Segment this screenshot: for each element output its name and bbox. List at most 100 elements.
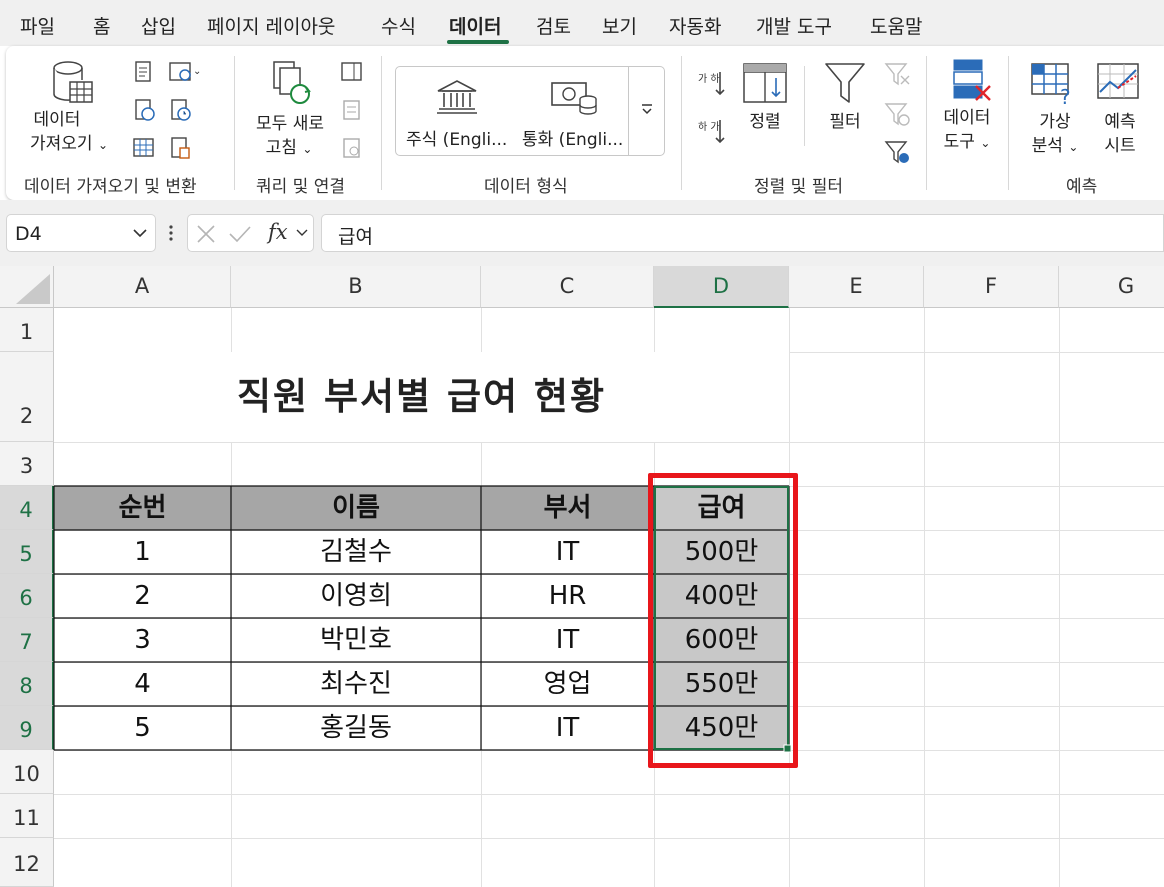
formula-input[interactable]: 급여 <box>321 214 1164 252</box>
table-cell[interactable]: IT <box>481 706 654 750</box>
get-data-label-1: 데이터 <box>33 110 81 130</box>
advanced-filter-icon[interactable] <box>884 140 912 166</box>
sort-ascending-button[interactable]: 가 하 <box>696 68 728 100</box>
chevron-down-icon: ⌄ <box>1068 140 1079 154</box>
header-cell-number[interactable]: 순번 <box>54 486 231 530</box>
chevron-down-icon: ⌄ <box>97 138 109 152</box>
ribbon: 데이터 가져오기 ⌄ ⌄ 데이터 가져오기 및 변환 모두 새로 고침 ⌄ 쿼리… <box>6 46 1164 200</box>
tab-automate[interactable]: 자동화 <box>669 12 721 39</box>
forecast-sheet-button[interactable]: 예측 시트 <box>1090 58 1150 164</box>
svg-text:하 가: 하 가 <box>698 120 720 133</box>
insert-function-icon[interactable]: fx <box>268 220 288 244</box>
tab-formulas[interactable]: 수식 <box>381 12 416 39</box>
sort-az-icon: 가 하 <box>698 72 725 96</box>
gallery-more-button[interactable] <box>628 67 664 155</box>
reapply-filter-icon[interactable] <box>884 102 912 128</box>
tab-file[interactable]: 파일 <box>20 12 55 39</box>
from-table-range-icon[interactable] <box>132 136 156 160</box>
separator <box>804 66 805 146</box>
chevron-down-icon[interactable] <box>133 228 147 238</box>
tab-insert[interactable]: 삽입 <box>141 12 176 39</box>
data-types-gallery: 주식 (Engli... 통화 (Engli... <box>395 66 665 156</box>
tab-review[interactable]: 검토 <box>536 12 571 39</box>
forecast-chart-icon <box>1097 63 1139 99</box>
tab-help[interactable]: 도움말 <box>870 12 922 39</box>
funnel-icon <box>825 63 865 103</box>
bank-icon <box>437 80 477 114</box>
group-separator <box>1008 56 1009 190</box>
tab-view[interactable]: 보기 <box>602 12 637 39</box>
more-vertical-icon[interactable] <box>167 224 175 242</box>
tab-page-layout[interactable]: 페이지 레이아웃 <box>207 12 335 39</box>
clear-filter-icon[interactable] <box>884 62 912 88</box>
chevron-down-icon[interactable] <box>296 229 308 237</box>
more-chevron-icon <box>642 104 652 115</box>
table-cell[interactable]: HR <box>481 574 654 618</box>
chevron-down-icon: ⌄ <box>980 136 991 150</box>
from-web-icon[interactable] <box>132 98 156 122</box>
table-cell[interactable]: 2 <box>54 574 231 618</box>
table-cell[interactable]: 4 <box>54 662 231 706</box>
chevron-down-icon: ⌄ <box>302 142 313 156</box>
what-if-label-2: 분석 ⌄ <box>1031 136 1079 156</box>
tab-data[interactable]: 데이터 <box>449 12 501 39</box>
name-box-value: D4 <box>15 223 42 245</box>
table-cell[interactable]: 5 <box>54 706 231 750</box>
what-if-icon: ? <box>1031 63 1071 106</box>
table-cell[interactable]: 이영희 <box>231 574 481 618</box>
queries-connections-icon[interactable] <box>340 60 364 84</box>
what-if-label-1: 가상 <box>1039 112 1071 132</box>
header-cell-department[interactable]: 부서 <box>481 486 654 530</box>
table-cell[interactable]: 영업 <box>481 662 654 706</box>
sort-descending-button[interactable]: 하 가 <box>696 116 728 148</box>
refresh-label-2: 고침 ⌄ <box>265 138 313 158</box>
group-forecast-label: 예측 <box>1066 177 1098 197</box>
table-cell[interactable]: 박민호 <box>231 618 481 662</box>
sort-button[interactable]: 정렬 <box>736 58 794 158</box>
table-cell[interactable]: 홍길동 <box>231 706 481 750</box>
active-tab-indicator <box>447 40 509 44</box>
stocks-button[interactable]: 주식 (Engli... <box>402 67 512 155</box>
group-separator <box>234 56 235 190</box>
data-tools-button[interactable]: 데이터 도구 ⌄ <box>934 58 1006 164</box>
table-cell[interactable]: IT <box>481 530 654 574</box>
table-cell[interactable]: 3 <box>54 618 231 662</box>
name-box[interactable]: D4 <box>6 214 156 252</box>
filter-label: 필터 <box>829 112 861 132</box>
edit-links-icon[interactable] <box>340 136 364 160</box>
properties-icon[interactable] <box>340 98 364 122</box>
formula-buttons: fx <box>187 214 314 252</box>
group-separator <box>926 56 927 190</box>
svg-text:가 하: 가 하 <box>698 72 720 85</box>
get-data-button[interactable]: 데이터 가져오기 ⌄ <box>22 56 118 166</box>
from-text-csv-icon[interactable] <box>132 60 156 84</box>
table-cell[interactable]: 최수진 <box>231 662 481 706</box>
data-tools-label-1: 데이터 <box>943 108 991 128</box>
table-cell[interactable]: 김철수 <box>231 530 481 574</box>
recent-sources-icon[interactable] <box>168 98 192 122</box>
what-if-analysis-button[interactable]: ? 가상 분석 ⌄ <box>1018 58 1092 164</box>
header-cell-name[interactable]: 이름 <box>231 486 481 530</box>
tab-home[interactable]: 홈 <box>93 12 110 39</box>
menu-bar: 파일 홈 삽입 페이지 레이아웃 수식 데이터 검토 보기 자동화 개발 도구 … <box>0 0 1164 46</box>
from-picture-icon[interactable]: ⌄ <box>168 60 202 84</box>
table-cell[interactable]: 1 <box>54 530 231 574</box>
spreadsheet-grid[interactable]: A B C D E F G 1 2 3 4 5 6 7 8 9 10 11 12… <box>0 266 1164 887</box>
currencies-label: 통화 (Engli... <box>522 130 624 150</box>
enter-checkmark-icon[interactable] <box>228 224 252 244</box>
tab-developer[interactable]: 개발 도구 <box>756 12 832 39</box>
database-icon <box>53 61 93 103</box>
forecast-label-1: 예측 <box>1104 112 1136 132</box>
formula-content: 급여 <box>338 226 373 248</box>
filter-button[interactable]: 필터 <box>816 58 874 158</box>
currencies-button[interactable]: 통화 (Engli... <box>518 67 628 155</box>
currency-icon <box>551 82 597 115</box>
highlight-box <box>648 473 798 768</box>
sort-dialog-icon <box>743 63 787 103</box>
get-data-label-2: 가져오기 ⌄ <box>29 134 109 154</box>
existing-connections-icon[interactable] <box>168 136 192 160</box>
group-data-types-label: 데이터 형식 <box>484 177 568 197</box>
refresh-all-button[interactable]: 모두 새로 고침 ⌄ <box>244 56 336 166</box>
table-cell[interactable]: IT <box>481 618 654 662</box>
cancel-icon[interactable] <box>196 224 216 244</box>
